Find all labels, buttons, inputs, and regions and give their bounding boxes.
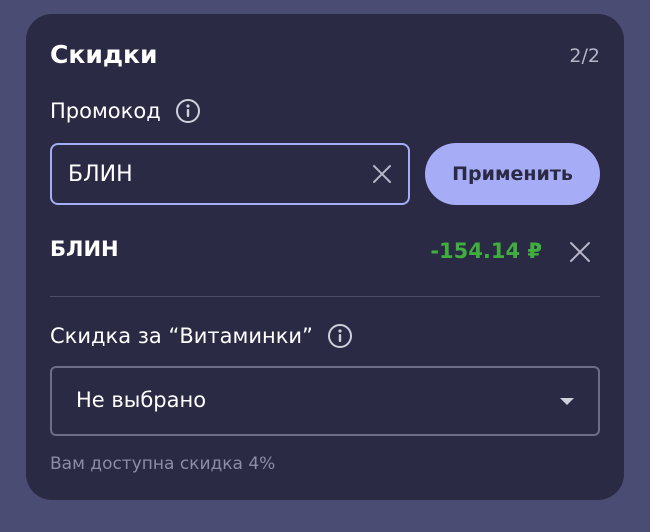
promo-label: Промокод (50, 99, 161, 123)
vitamins-label: Скидка за “Витаминки” (50, 324, 313, 348)
applied-discount-row: БЛИН -154.14 ₽ (50, 232, 600, 272)
promo-label-row: Промокод (50, 98, 201, 124)
close-icon[interactable] (568, 240, 592, 264)
discounts-card: Скидки 2/2 Промокод Применить БЛИН -154.… (26, 14, 624, 500)
info-icon[interactable] (327, 323, 353, 349)
select-value: Не выбрано (76, 388, 207, 412)
close-icon[interactable] (370, 162, 394, 186)
vitamins-label-row: Скидка за “Витаминки” (50, 323, 353, 349)
divider (50, 296, 600, 297)
applied-code: БЛИН (50, 237, 119, 261)
applied-amount: -154.14 ₽ (430, 239, 542, 263)
card-title: Скидки (50, 40, 158, 69)
apply-button[interactable]: Применить (425, 143, 600, 205)
discount-counter: 2/2 (569, 45, 600, 67)
promo-input[interactable] (68, 145, 358, 203)
info-icon[interactable] (175, 98, 201, 124)
caret-down-icon (560, 398, 574, 405)
promo-row: Применить (50, 143, 600, 205)
promo-input-wrapper (50, 143, 410, 205)
vitamins-hint: Вам доступна скидка 4% (50, 454, 276, 474)
vitamins-select[interactable]: Не выбрано (50, 366, 600, 436)
